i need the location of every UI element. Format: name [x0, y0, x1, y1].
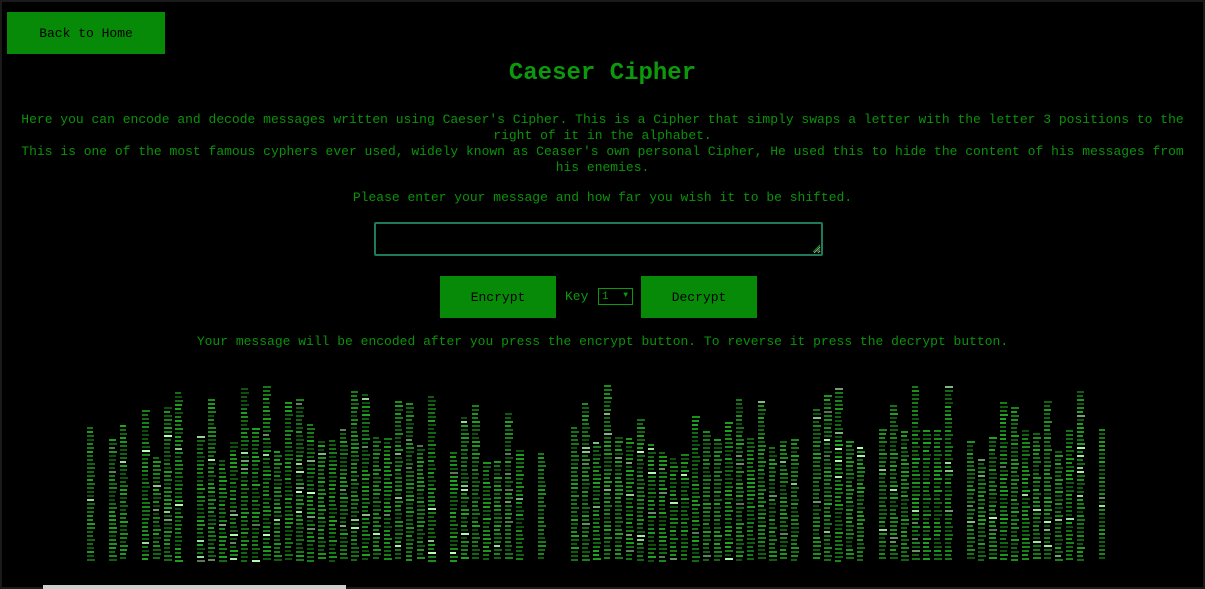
- matrix-column: [681, 454, 689, 560]
- intro-text: Here you can encode and decode messages …: [20, 112, 1185, 176]
- key-label: Key: [565, 289, 589, 304]
- matrix-column: [175, 392, 183, 562]
- matrix-column: [824, 395, 832, 561]
- matrix-column: [153, 457, 161, 559]
- back-to-home-button[interactable]: Back to Home: [7, 12, 165, 54]
- matrix-column: [395, 401, 403, 559]
- matrix-column: [604, 385, 612, 559]
- matrix-column: [978, 459, 986, 561]
- matrix-column: [1033, 433, 1041, 559]
- matrix-column: [813, 409, 821, 559]
- matrix-column: [494, 461, 502, 559]
- matrix-column: [109, 439, 117, 561]
- matrix-column: [912, 386, 920, 560]
- matrix-column: [274, 451, 282, 561]
- instruction-text: Please enter your message and how far yo…: [352, 190, 853, 205]
- matrix-column: [329, 440, 337, 562]
- matrix-column: [164, 407, 172, 561]
- matrix-column: [593, 442, 601, 560]
- matrix-column: [934, 430, 942, 560]
- encrypt-button[interactable]: Encrypt: [440, 276, 556, 318]
- matrix-column: [219, 460, 227, 562]
- matrix-column: [692, 416, 700, 562]
- matrix-column: [791, 439, 799, 561]
- intro-paragraph-2: This is one of the most famous cyphers e…: [21, 144, 1184, 175]
- hint-text: Your message will be encoded after you p…: [196, 334, 1009, 349]
- matrix-column: [362, 394, 370, 560]
- matrix-column: [197, 436, 205, 562]
- matrix-column: [230, 442, 238, 560]
- matrix-column: [989, 437, 997, 559]
- matrix-column: [1022, 430, 1030, 560]
- matrix-column: [1066, 430, 1074, 560]
- page-title: Caeser Cipher: [508, 60, 697, 87]
- matrix-column: [406, 403, 414, 561]
- matrix-column: [670, 458, 678, 560]
- matrix-column: [87, 427, 95, 561]
- matrix-column: [923, 430, 931, 560]
- matrix-column: [736, 399, 744, 561]
- matrix-column: [307, 424, 315, 562]
- matrix-column: [758, 401, 766, 559]
- matrix-column: [461, 417, 469, 559]
- matrix-column: [1000, 402, 1008, 560]
- matrix-column: [637, 419, 645, 561]
- matrix-column: [472, 405, 480, 559]
- intro-paragraph-1: Here you can encode and decode messages …: [21, 112, 1184, 143]
- matrix-column: [483, 462, 491, 560]
- decrypt-button[interactable]: Decrypt: [641, 276, 757, 318]
- matrix-column: [1099, 429, 1105, 559]
- matrix-column: [340, 429, 348, 559]
- matrix-rain-animation: [87, 385, 1105, 562]
- matrix-column: [450, 452, 458, 562]
- matrix-column: [571, 427, 579, 561]
- matrix-column: [1055, 451, 1063, 561]
- matrix-column: [538, 453, 546, 559]
- matrix-column: [505, 413, 513, 559]
- matrix-column: [351, 391, 359, 561]
- matrix-column: [615, 437, 623, 559]
- matrix-column: [1011, 407, 1019, 561]
- matrix-column: [945, 386, 953, 560]
- matrix-column: [714, 439, 722, 561]
- matrix-column: [417, 445, 425, 559]
- matrix-column: [703, 431, 711, 561]
- matrix-column: [428, 396, 436, 562]
- matrix-column: [725, 422, 733, 560]
- matrix-column: [1077, 391, 1085, 561]
- matrix-column: [769, 447, 777, 561]
- matrix-column: [384, 438, 392, 560]
- message-input[interactable]: [374, 222, 823, 256]
- matrix-column: [835, 388, 843, 562]
- matrix-column: [626, 438, 634, 560]
- matrix-column: [142, 410, 150, 560]
- key-select[interactable]: 1 ▼: [598, 288, 633, 305]
- matrix-column: [967, 441, 975, 559]
- matrix-column: [208, 399, 216, 561]
- matrix-column: [318, 441, 326, 559]
- matrix-column: [263, 386, 271, 560]
- chevron-down-icon: ▼: [623, 291, 628, 300]
- matrix-column: [582, 403, 590, 561]
- matrix-column: [901, 431, 909, 561]
- matrix-column: [1044, 401, 1052, 559]
- matrix-column: [846, 441, 854, 559]
- matrix-column: [879, 429, 887, 559]
- matrix-column: [120, 425, 128, 559]
- matrix-column: [659, 452, 667, 562]
- horizontal-scrollbar[interactable]: [43, 585, 346, 589]
- matrix-column: [241, 388, 249, 562]
- matrix-column: [285, 402, 293, 560]
- matrix-column: [648, 444, 656, 562]
- matrix-column: [296, 399, 304, 561]
- key-select-value: 1: [602, 290, 609, 303]
- matrix-column: [747, 438, 755, 560]
- matrix-column: [373, 437, 381, 559]
- matrix-column: [780, 441, 788, 559]
- matrix-column: [252, 428, 260, 562]
- matrix-column: [516, 450, 524, 560]
- resize-grip-icon[interactable]: [812, 244, 821, 253]
- matrix-column: [890, 405, 898, 559]
- matrix-column: [857, 447, 865, 561]
